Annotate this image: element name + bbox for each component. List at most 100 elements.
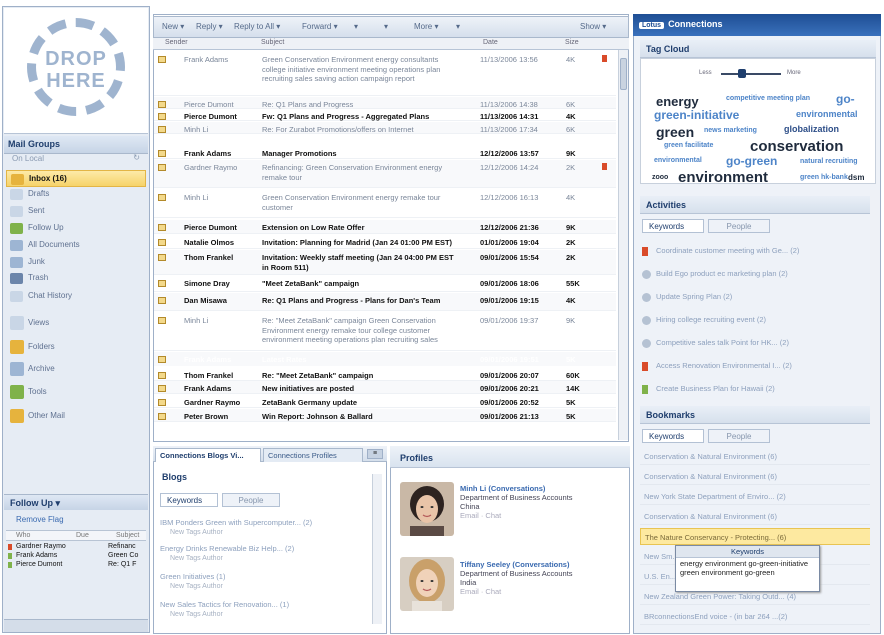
table-row[interactable]: Pierce Dumont Fw: Q1 Plans and Progress -… [154, 109, 616, 121]
tab-menu-icon[interactable]: ≡ [367, 449, 383, 459]
bookmark-item[interactable]: BRconnectionsEnd voice - (in bar 264 ...… [640, 608, 876, 625]
blogs-subtab-people[interactable]: People [222, 493, 280, 507]
tag-cloud-header[interactable]: Tag Cloud [640, 40, 876, 58]
sidebar-item-other-mail[interactable]: Other Mail [6, 405, 146, 427]
remove-flag-link[interactable]: Remove Flag [16, 515, 64, 524]
table-row[interactable]: Frank Adams Manager Promotions 12/12/2006 … [154, 146, 616, 159]
activity-item[interactable]: Coordinate customer meeting with Ge... (… [640, 246, 870, 262]
tag-link[interactable]: competitive meeting plan [726, 95, 810, 102]
more-button[interactable]: More ▾ [414, 22, 438, 34]
blogs-subtab-keywords[interactable]: Keywords [160, 493, 218, 507]
bookmark-item[interactable]: New York State Department of Enviro... (… [640, 488, 876, 505]
profile-name-2[interactable]: Tiffany Seeley (Conversations) [460, 560, 573, 569]
activity-item[interactable]: Build Ego product ec marketing plan (2) [640, 269, 870, 285]
table-row[interactable]: Thom Frankel Re: "Meet ZetaBank" campaign… [154, 368, 616, 381]
activities-subtab-keywords[interactable]: Keywords [642, 219, 704, 233]
blog-item[interactable]: New Sales Tactics for Renovation... (1) N… [160, 600, 372, 618]
activities-header[interactable]: Activities [640, 196, 876, 214]
table-row[interactable]: Simone Dray "Meet ZetaBank" campaign 09/01… [154, 276, 616, 292]
sidebar-item-follow-up[interactable]: Follow Up [6, 220, 146, 237]
drop-zone[interactable]: DROP HERE [4, 8, 148, 134]
tag-link[interactable]: environmental [654, 157, 702, 164]
tag-link[interactable]: globalization [784, 124, 839, 134]
tag-link[interactable]: news marketing [704, 127, 757, 134]
col-sender[interactable]: Sender [165, 39, 188, 46]
left-scrollbar[interactable] [4, 619, 148, 632]
sidebar-item-folders[interactable]: Folders [6, 336, 146, 358]
flag-icon[interactable] [602, 163, 607, 170]
col-subject[interactable]: Subject [261, 39, 284, 46]
profile-name-1[interactable]: Minh Li (Conversations) [460, 484, 573, 493]
tag-link[interactable]: green-initiative [654, 108, 739, 122]
table-row[interactable]: Frank Adams Green Conservation Environmen… [154, 52, 616, 96]
blog-item[interactable]: IBM Ponders Green with Supercomputer... … [160, 518, 372, 536]
sidebar-item-views[interactable]: Views [6, 312, 146, 334]
sidebar-item-tools[interactable]: Tools [6, 381, 146, 403]
follow-up-col-due[interactable]: Due [76, 532, 89, 539]
table-row[interactable]: Minh Li Re: "Meet ZetaBank" campaign Gree… [154, 313, 616, 351]
tools-button[interactable]: ▾ [456, 22, 460, 34]
sidebar-item-inbox[interactable]: Inbox (16) [6, 170, 146, 187]
table-row[interactable]: Thom Frankel Invitation: Weekly staff mee… [154, 250, 616, 275]
bookmarks-subtab-people[interactable]: People [708, 429, 770, 443]
table-row[interactable]: Dan Misawa Re: Q1 Plans and Progress - Pl… [154, 293, 616, 311]
blogs-scrollbar[interactable] [372, 474, 382, 624]
reply-all-button[interactable]: Reply to All ▾ [234, 22, 280, 34]
table-row[interactable]: Minh Li Re: For Zurabot Promotions/offers… [154, 122, 616, 134]
tag-link[interactable]: zooo [652, 174, 668, 181]
follow-up-col-subject[interactable]: Subject [116, 532, 139, 539]
table-row[interactable]: Frank Adams New initiatives are posted 09/… [154, 381, 616, 394]
show-button[interactable]: Show ▾ [580, 22, 606, 34]
table-row[interactable]: Pierce Dumont Re: Q1 Plans and Progress 11… [154, 97, 616, 109]
bookmark-item[interactable]: Conservation & Natural Environment (6) [640, 468, 876, 485]
follow-up-row[interactable]: Pierce Dumont Re: Q1 F [8, 561, 148, 570]
sidebar-item-junk[interactable]: Junk [6, 254, 146, 271]
sidebar-item-documents[interactable]: All Documents [6, 237, 146, 254]
table-row[interactable]: Gardner Raymo ZetaBank Germany update 09/0… [154, 395, 616, 408]
sidebar-scrollbar[interactable] [870, 190, 880, 630]
forward-button[interactable]: Forward ▾ [302, 22, 338, 34]
col-date[interactable]: Date [483, 39, 498, 46]
tab-connections-profiles[interactable]: Connections Profiles [263, 448, 363, 462]
tab-connections-blogs[interactable]: Connections Blogs Vi... [155, 448, 261, 462]
bookmark-item[interactable]: The Nature Conservancy - Protecting... (… [640, 528, 876, 545]
tag-link[interactable]: environmental [796, 109, 858, 119]
tag-link[interactable]: green hk-bank [800, 174, 848, 181]
sidebar-item-archive[interactable]: Archive [6, 358, 146, 380]
profile-meta-1[interactable]: Email · Chat [460, 511, 573, 520]
bookmark-item[interactable]: Conservation & Natural Environment (6) [640, 448, 876, 465]
blog-item[interactable]: Green Initiatives (1) New Tags Author [160, 572, 372, 590]
bookmarks-subtab-keywords[interactable]: Keywords [642, 429, 704, 443]
follow-up-row[interactable]: Gardner Raymo Refinanc [8, 543, 148, 552]
follow-up-header[interactable]: Follow Up ▾ [4, 494, 148, 510]
table-row[interactable]: Natalie Olmos Invitation: Planning for Ma… [154, 235, 616, 249]
profile-photo-1[interactable] [400, 482, 454, 536]
follow-up-col-who[interactable]: Who [16, 532, 30, 539]
flag-button[interactable]: ▾ [384, 22, 388, 34]
profile-photo-2[interactable] [400, 557, 454, 611]
activity-item[interactable]: Competitive sales talk Point for HK... (… [640, 338, 870, 354]
table-row[interactable]: Pierce Dumont Extension on Low Rate Offer… [154, 220, 616, 234]
scroll-thumb[interactable] [620, 58, 627, 90]
activities-subtab-people[interactable]: People [708, 219, 770, 233]
bookmarks-header[interactable]: Bookmarks [640, 406, 876, 424]
tag-link[interactable]: energy [656, 94, 699, 109]
tag-link[interactable]: go-green [726, 154, 777, 168]
sidebar-item-chat-history[interactable]: Chat History [6, 288, 146, 305]
new-button[interactable]: New ▾ [162, 22, 184, 34]
tag-link[interactable]: dsm [848, 173, 864, 182]
blog-item[interactable]: Energy Drinks Renewable Biz Help... (2) N… [160, 544, 372, 562]
flag-icon[interactable] [602, 55, 607, 62]
table-row[interactable]: Peter Brown Win Report: Johnson & Ballard… [154, 409, 616, 422]
table-row[interactable]: Gardner Raymo Refinancing: Green Conserva… [154, 160, 616, 188]
tag-link[interactable]: green [656, 124, 694, 140]
mail-list-scrollbar[interactable] [618, 50, 628, 440]
folder-button[interactable]: ▾ [354, 22, 358, 34]
tag-link[interactable]: environment [678, 169, 768, 186]
sidebar-item-sent[interactable]: Sent [6, 203, 146, 220]
sidebar-item-trash[interactable]: Trash [6, 270, 146, 287]
col-size[interactable]: Size [565, 39, 579, 46]
blog-title[interactable]: Energy Drinks Renewable Biz Help... (2) [160, 544, 294, 553]
tag-link[interactable]: natural recruiting [800, 158, 858, 165]
tag-link[interactable]: green facilitate [664, 142, 713, 149]
